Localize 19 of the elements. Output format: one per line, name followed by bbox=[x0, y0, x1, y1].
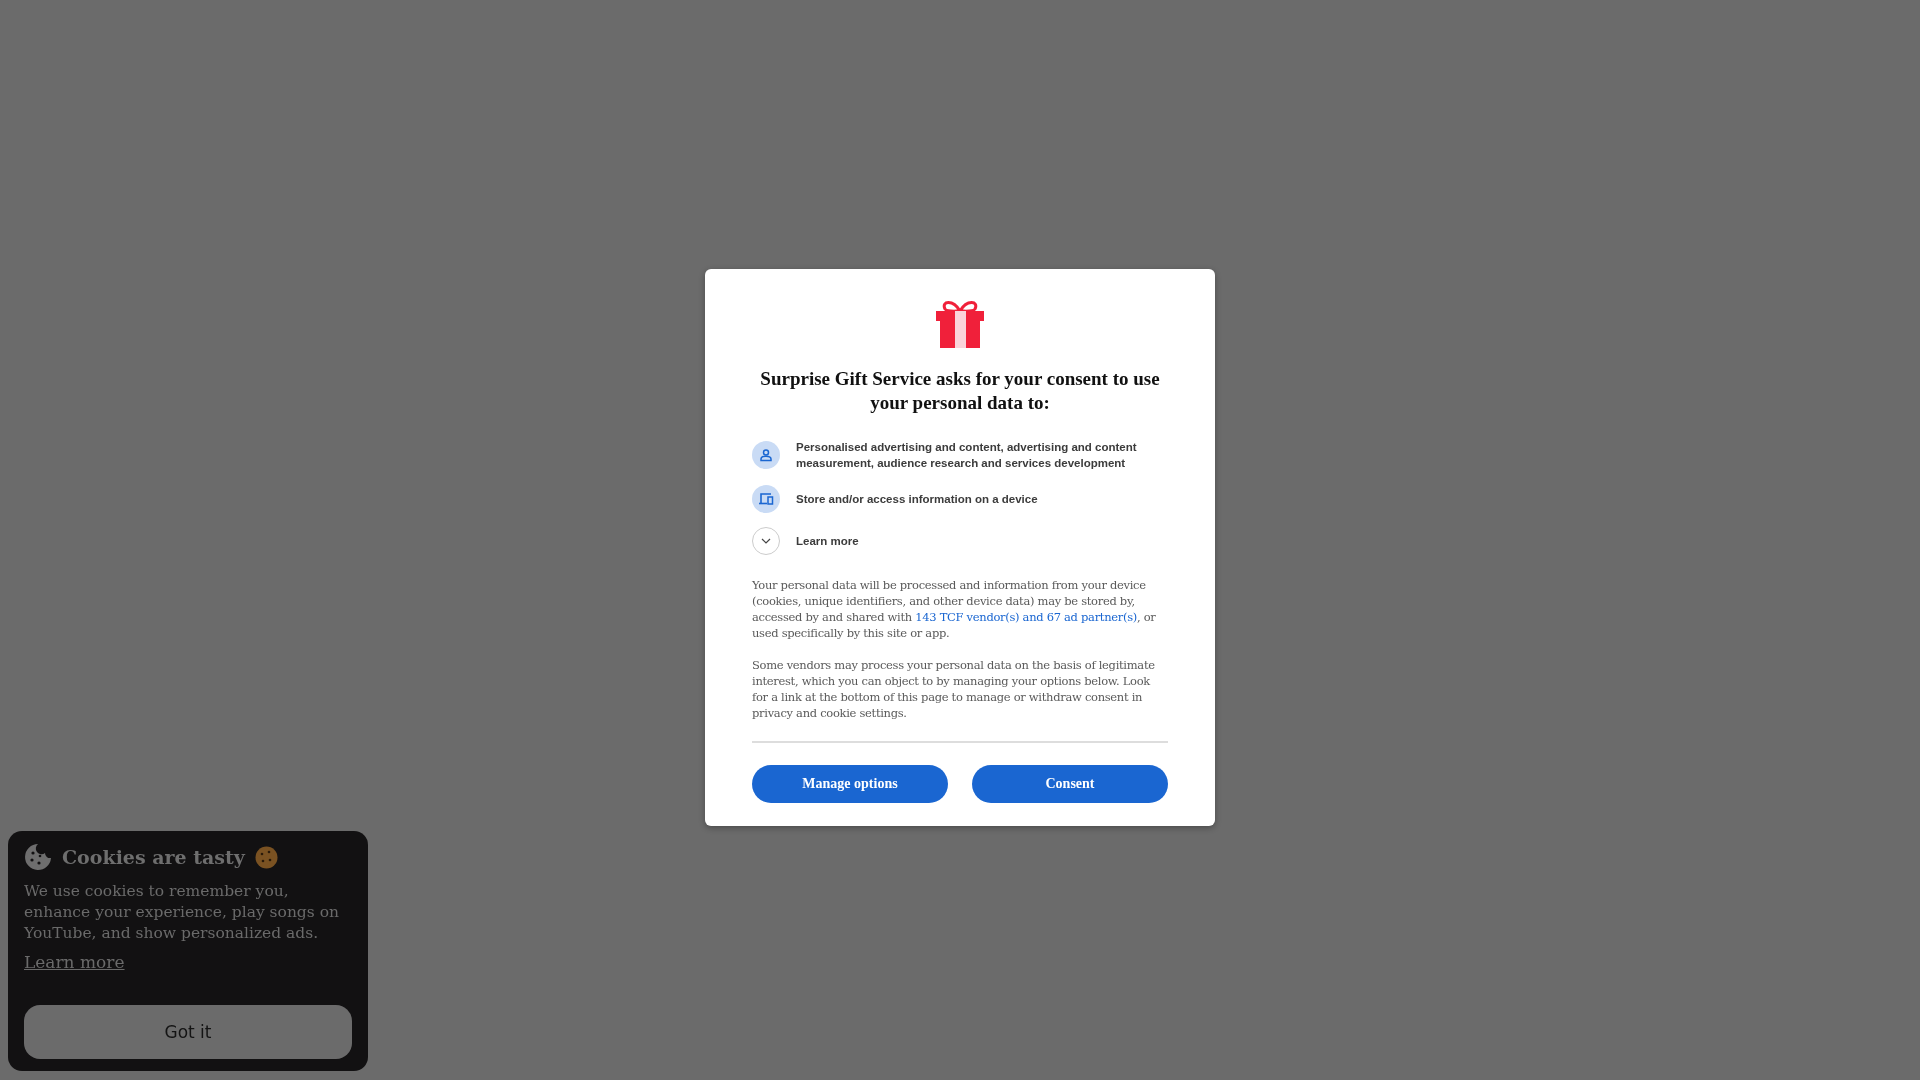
chevron-icon bbox=[761, 538, 771, 544]
banner-text: We use cookies to remember you, enhance your experience, play songs on YouTube, and show personalized ads. bbox=[24, 881, 340, 944]
expand-toggle[interactable] bbox=[752, 527, 780, 555]
consent-button[interactable]: Consent bbox=[972, 765, 1168, 803]
devices-icon bbox=[752, 485, 780, 513]
cookie-icon bbox=[254, 845, 278, 869]
vendors-link[interactable]: 143 TCF vendor(s) and 67 ad partner(s) bbox=[915, 610, 1137, 624]
consent-paragraph: Some vendors may process your personal data on the basis of legitimate interest, which you can object to by managing your options below. Look for a link at the bottom of this page to manage or withdraw consent in privacy and cookie settings. bbox=[752, 657, 1156, 721]
got-it-button[interactable]: Got it bbox=[24, 1005, 352, 1059]
dialog-title: Surprise Gift Service asks for your consent to use your personal data to: bbox=[759, 367, 1161, 415]
purpose-text: Store and/or access information on a device bbox=[796, 492, 1038, 507]
cookie-icon bbox=[24, 843, 52, 871]
purpose-text: Personalised advertising and content, advertising and content measurement, audience research and services development bbox=[796, 440, 1138, 471]
consent-paragraph: Your personal data will be processed and information from your device (cookies, unique identifiers, and other device data) may be stored by, accessed by and shared with 143 TCF vendor(s) and 67 ad partner(s), or used specifically by this site or app. bbox=[752, 577, 1157, 641]
manage-options-button[interactable]: Manage options bbox=[752, 765, 948, 803]
person-icon bbox=[752, 441, 780, 469]
learn-more-link[interactable]: Learn more bbox=[24, 952, 125, 972]
banner-title: Cookies are tasty bbox=[62, 846, 245, 868]
learn-more-label[interactable]: Learn more bbox=[796, 533, 859, 549]
